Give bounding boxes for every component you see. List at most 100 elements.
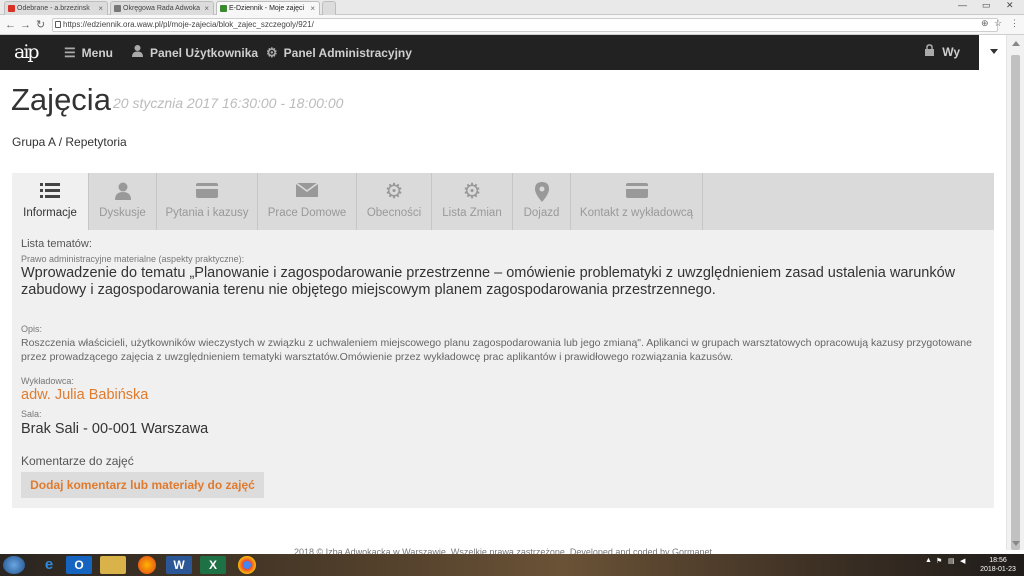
card-icon: [571, 182, 702, 202]
add-comment-button[interactable]: Dodaj komentarz lub materiały do zajęć: [21, 472, 264, 498]
class-tabs: Informacje Dyskusje Pytania i kazusy Pra…: [12, 173, 994, 230]
browser-tab-ora[interactable]: Okręgowa Rada Adwoka ×: [110, 1, 214, 15]
browser-tab-edziennik[interactable]: E-Dziennik - Moje zajęci ×: [216, 1, 320, 15]
description-text: Roszczenia właścicieli, użytkowników wie…: [21, 337, 972, 363]
tab-label: Pytania i kazusy: [165, 207, 249, 219]
room-text: Brak Sali - 00-001 Warszawa: [21, 421, 209, 437]
word-icon[interactable]: W: [166, 556, 192, 574]
page-title: Zajęcia: [11, 82, 111, 117]
tab-dojazd[interactable]: Dojazd: [513, 173, 571, 230]
scroll-up-icon[interactable]: [1012, 41, 1020, 46]
minimize-icon[interactable]: —: [958, 0, 967, 10]
class-datetime: 20 stycznia 2017 16:30:00 - 18:00:00: [113, 95, 344, 111]
description-label: Opis:: [21, 324, 43, 334]
comments-heading: Komentarze do zajęć: [21, 454, 134, 468]
map-pin-icon: [513, 182, 570, 202]
user-icon: [89, 182, 156, 202]
file-explorer-icon[interactable]: [100, 556, 126, 574]
url-text: https://edziennik.ora.waw.pl/pl/moje-zaj…: [63, 20, 314, 29]
menu-button[interactable]: ☰ Menu: [64, 44, 113, 62]
tray-arrow-icon[interactable]: ▲: [925, 557, 932, 564]
gmail-icon: [8, 5, 15, 12]
tab-pytania[interactable]: Pytania i kazusy: [157, 173, 258, 230]
forward-icon[interactable]: →: [20, 18, 31, 32]
network-icon[interactable]: ▤: [948, 557, 955, 565]
page-icon: [114, 5, 121, 12]
lock-icon: [924, 44, 938, 59]
menu-label: Menu: [81, 46, 113, 60]
url-input[interactable]: https://edziennik.ora.waw.pl/pl/moje-zaj…: [52, 18, 998, 32]
logout-label: Wy: [942, 45, 960, 59]
gear-icon: ⚙: [266, 45, 278, 60]
excel-icon[interactable]: X: [200, 556, 226, 574]
gear-icon: ⚙: [462, 180, 482, 203]
tab-label: Dojazd: [523, 207, 560, 219]
tab-informacje[interactable]: Informacje: [12, 173, 89, 230]
reload-icon[interactable]: ↻: [36, 18, 45, 32]
taskbar-clock[interactable]: 18:56 2018-01-23: [978, 556, 1018, 574]
dropdown-toggle[interactable]: [979, 35, 1006, 70]
tab-dyskusje[interactable]: Dyskusje: [89, 173, 157, 230]
lock-icon: [55, 21, 61, 28]
maximize-icon[interactable]: ▭: [982, 0, 991, 11]
windows-taskbar: e O W X ▲ ⚑ ▤ ◀ 18:56 2018-01-23: [0, 554, 1024, 576]
edziennik-icon: [220, 5, 227, 12]
start-button[interactable]: [3, 556, 25, 574]
lecturer-link[interactable]: adw. Julia Babińska: [21, 387, 148, 403]
topic-text: Wprowadzenie do tematu „Planowanie i zag…: [21, 265, 956, 298]
lecturer-label: Wykładowca:: [21, 376, 74, 386]
browser-tab-title: Okręgowa Rada Adwoka: [123, 5, 201, 12]
user-icon: [131, 44, 144, 62]
admin-panel-label: Panel Administracyjny: [283, 46, 412, 60]
browser-tab-title: E-Dziennik - Moje zajęci: [229, 5, 305, 12]
tab-obecnosci[interactable]: ⚙ Obecności: [357, 173, 432, 230]
breadcrumb: Grupa A / Repetytoria: [12, 135, 127, 149]
hamburger-icon: ☰: [64, 45, 76, 60]
clock-time: 18:56: [989, 557, 1007, 564]
page-scrollbar[interactable]: [1006, 35, 1024, 550]
user-panel-link[interactable]: Panel Użytkownika: [131, 44, 258, 62]
tab-label: Dyskusje: [99, 207, 146, 219]
star-icon[interactable]: ☆: [994, 18, 1002, 29]
envelope-icon: [258, 182, 356, 202]
tab-prace-domowe[interactable]: Prace Domowe: [258, 173, 357, 230]
browser-tab-gmail[interactable]: Odebrane - a.brzezinsk ×: [4, 1, 108, 15]
browser-tab-title: Odebrane - a.brzezinsk: [17, 5, 90, 12]
logout-link[interactable]: Wy: [924, 44, 960, 59]
list-icon: [12, 182, 88, 202]
chrome-menu-icon[interactable]: ⋮: [1010, 18, 1019, 29]
site-logo[interactable]: aip: [14, 41, 44, 63]
user-panel-label: Panel Użytkownika: [150, 46, 259, 60]
scroll-down-icon[interactable]: [1012, 541, 1020, 546]
gear-icon: ⚙: [384, 180, 404, 203]
volume-icon[interactable]: ◀: [960, 557, 965, 565]
tab-label: Kontakt z wykładowcą: [579, 207, 694, 219]
close-icon[interactable]: ×: [310, 2, 315, 15]
internet-explorer-icon[interactable]: e: [36, 556, 62, 574]
topics-label: Lista tematów:: [21, 238, 92, 250]
tab-lista-zmian[interactable]: ⚙ Lista Zmian: [432, 173, 513, 230]
clock-date: 2018-01-23: [980, 566, 1016, 573]
close-icon[interactable]: ×: [204, 2, 209, 15]
admin-panel-link[interactable]: ⚙ Panel Administracyjny: [266, 44, 412, 62]
scrollbar-thumb[interactable]: [1011, 55, 1020, 550]
chrome-icon[interactable]: [238, 556, 256, 574]
zoom-icon[interactable]: ⊕: [981, 18, 989, 29]
tab-label: Prace Domowe: [267, 207, 347, 219]
window-close-icon[interactable]: ✕: [1006, 0, 1014, 11]
close-icon[interactable]: ×: [98, 2, 103, 15]
outlook-icon[interactable]: O: [66, 556, 92, 574]
browser-tabstrip: Odebrane - a.brzezinsk × Okręgowa Rada A…: [0, 0, 1024, 15]
flag-icon[interactable]: ⚑: [936, 557, 942, 565]
caret-down-icon: [990, 49, 998, 54]
back-icon[interactable]: ←: [5, 18, 16, 32]
tab-kontakt[interactable]: Kontakt z wykładowcą: [571, 173, 703, 230]
firefox-icon[interactable]: [138, 556, 156, 574]
site-navbar: aip ☰ Menu Panel Użytkownika ⚙ Panel Admin…: [0, 35, 1006, 70]
tab-label: Informacje: [23, 207, 77, 219]
tab-label: Lista Zmian: [442, 207, 502, 219]
subject-label: Prawo administracyjne materialne (aspekt…: [21, 254, 245, 264]
new-tab-button[interactable]: [322, 1, 336, 15]
card-icon: [157, 182, 257, 202]
room-label: Sala:: [21, 409, 42, 419]
